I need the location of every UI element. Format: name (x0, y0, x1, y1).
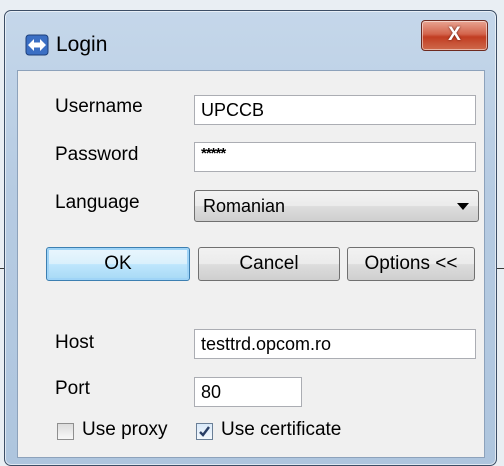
use-proxy-checkbox[interactable] (57, 423, 74, 440)
language-select[interactable]: Romanian (194, 190, 479, 222)
host-field[interactable]: testtrd.opcom.ro (194, 329, 476, 359)
title-bar[interactable]: Login X (5, 11, 496, 67)
options-button[interactable]: Options << (347, 247, 475, 281)
username-field[interactable]: UPCCB (194, 95, 476, 125)
port-label: Port (55, 378, 90, 399)
host-label: Host (55, 332, 95, 353)
username-label: Username (55, 96, 143, 117)
port-field[interactable]: 80 (194, 377, 302, 407)
window-title: Login (56, 33, 108, 56)
checkmark-icon (199, 426, 210, 437)
cancel-button[interactable]: Cancel (198, 247, 340, 281)
dialog-body: Username UPCCB Password ***** Language R… (17, 70, 485, 458)
language-selected-value: Romanian (203, 196, 286, 216)
chevron-down-icon (457, 203, 469, 210)
arrows-exchange-icon (25, 34, 49, 56)
language-label: Language (55, 192, 140, 213)
use-certificate-checkbox[interactable] (196, 423, 213, 440)
ok-button[interactable]: OK (46, 247, 190, 281)
password-field[interactable]: ***** (194, 142, 476, 172)
login-window: Login X Username UPCCB Password ***** La… (4, 10, 497, 466)
password-label: Password (55, 144, 139, 165)
use-proxy-label[interactable]: Use proxy (82, 419, 168, 441)
close-button[interactable]: X (421, 20, 488, 51)
use-certificate-label[interactable]: Use certificate (221, 419, 341, 441)
